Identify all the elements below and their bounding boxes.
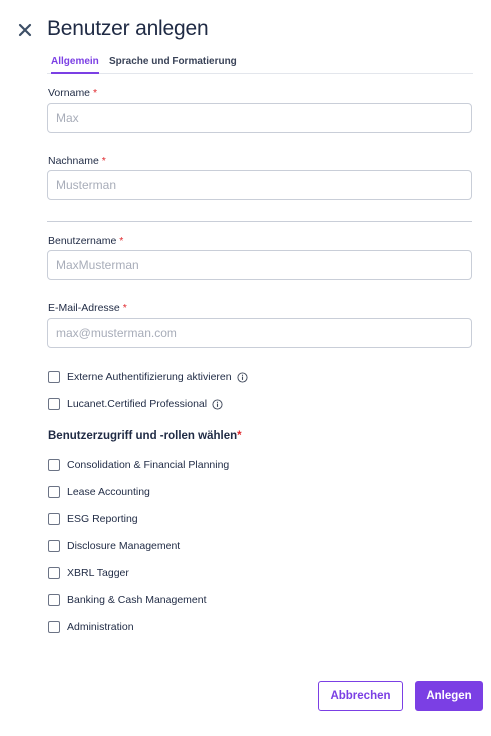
certified-professional-option: Lucanet.Certified Professional — [48, 397, 223, 411]
dialog-title: Benutzer anlegen — [47, 17, 209, 40]
role-item: Consolidation & Financial Planning — [48, 458, 229, 472]
role-checkbox-disclosure-management[interactable] — [48, 540, 60, 552]
role-label: Administration — [67, 621, 134, 633]
role-label: Disclosure Management — [67, 540, 181, 552]
role-item: ESG Reporting — [48, 512, 138, 526]
role-item: Administration — [48, 620, 134, 634]
external-auth-checkbox[interactable] — [48, 371, 60, 383]
tab-bar: Allgemein Sprache und Formatierung — [47, 54, 473, 74]
role-label: XBRL Tagger — [67, 567, 129, 579]
role-checkbox-xbrl-tagger[interactable] — [48, 567, 60, 579]
certified-professional-label: Lucanet.Certified Professional — [67, 398, 208, 410]
role-item: Banking & Cash Management — [48, 593, 207, 607]
role-label: Consolidation & Financial Planning — [67, 459, 230, 471]
info-icon[interactable] — [212, 398, 223, 410]
first-name-label-text: Vorname — [48, 87, 91, 99]
username-label-text: Benutzername — [48, 235, 117, 247]
role-label: Banking & Cash Management — [67, 594, 207, 606]
username-input[interactable] — [47, 250, 472, 280]
certified-professional-checkbox[interactable] — [48, 398, 60, 410]
cancel-button[interactable]: Abbrechen — [318, 681, 403, 711]
role-checkbox-administration[interactable] — [48, 621, 60, 633]
last-name-label: Nachname * — [48, 155, 106, 167]
create-user-dialog: Benutzer anlegen Allgemein Sprache und F… — [0, 0, 491, 736]
roles-title-text: Benutzerzugriff und -rollen wählen — [48, 430, 238, 442]
email-label: E-Mail-Adresse * — [48, 302, 127, 314]
last-name-input[interactable] — [47, 170, 472, 200]
email-label-text: E-Mail-Adresse — [48, 302, 120, 314]
required-marker: * — [237, 430, 242, 442]
role-item: Disclosure Management — [48, 539, 180, 553]
role-item: XBRL Tagger — [48, 566, 129, 580]
required-marker: * — [93, 87, 98, 99]
info-icon[interactable] — [237, 371, 248, 383]
roles-section-title: Benutzerzugriff und -rollen wählen* — [48, 430, 242, 442]
close-icon[interactable] — [16, 21, 34, 39]
role-label: ESG Reporting — [67, 513, 138, 525]
last-name-label-text: Nachname — [48, 155, 99, 167]
role-checkbox-lease-accounting[interactable] — [48, 486, 60, 498]
tab-language-formatting[interactable]: Sprache und Formatierung — [109, 56, 237, 74]
required-marker: * — [101, 155, 106, 167]
required-marker: * — [119, 235, 124, 247]
required-marker: * — [122, 302, 127, 314]
role-checkbox-banking-cash[interactable] — [48, 594, 60, 606]
role-item: Lease Accounting — [48, 485, 150, 499]
username-label: Benutzername * — [48, 235, 123, 247]
divider — [47, 221, 472, 222]
role-label: Lease Accounting — [67, 486, 150, 498]
role-checkbox-consolidation[interactable] — [48, 459, 60, 471]
tab-general[interactable]: Allgemein — [51, 56, 99, 74]
role-checkbox-esg-reporting[interactable] — [48, 513, 60, 525]
external-auth-option: Externe Authentifizierung aktivieren — [48, 370, 248, 384]
first-name-input[interactable] — [47, 103, 472, 133]
create-button[interactable]: Anlegen — [415, 681, 483, 711]
first-name-label: Vorname * — [48, 87, 97, 99]
external-auth-label: Externe Authentifizierung aktivieren — [67, 371, 232, 383]
email-input[interactable] — [47, 318, 472, 348]
